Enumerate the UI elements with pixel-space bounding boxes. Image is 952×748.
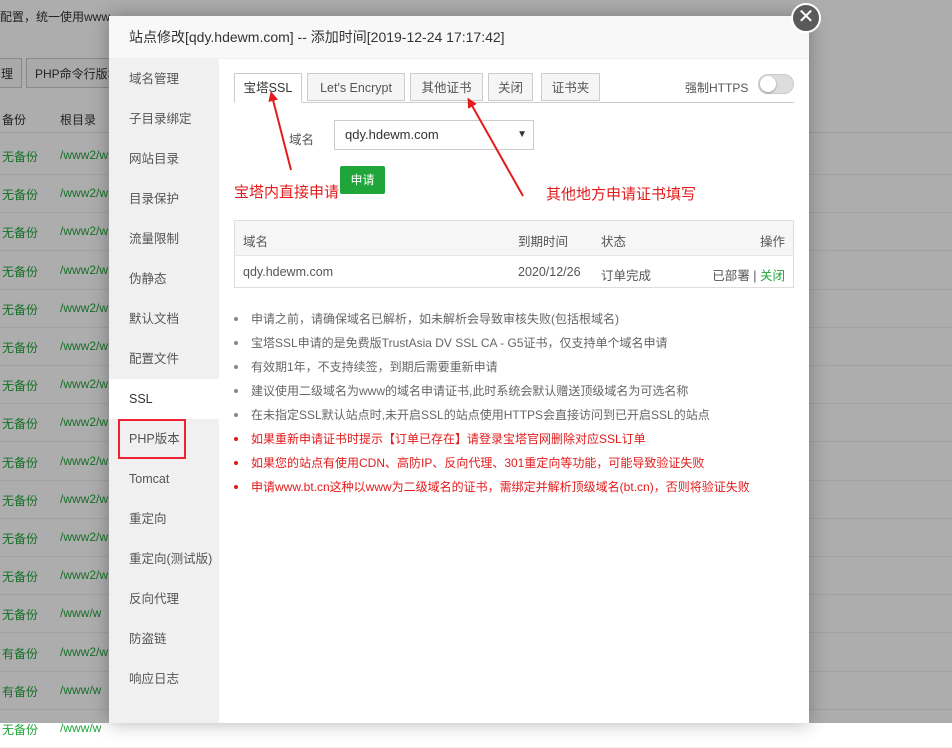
- chevron-down-icon: ▼: [517, 129, 527, 140]
- sidebar: 域名管理 子目录绑定 网站目录 目录保护 流量限制 伪静态 默认文档 配置文件 SSL PHP版本…: [109, 59, 219, 723]
- row-actions: 已部署 | 关闭: [712, 265, 785, 284]
- tip-item: 有效期1年，不支持续签，到期后需要重新申请: [234, 355, 794, 379]
- sidebar-item[interactable]: 防盗链: [109, 619, 219, 659]
- row-domain: qdy.hdewm.com: [243, 265, 334, 279]
- sidebar-list: 域名管理 子目录绑定 网站目录 目录保护 流量限制 伪静态 默认文档 配置文件 SSL PHP版本…: [109, 59, 219, 699]
- tip-item: 在未指定SSL默认站点时,未开启SSL的站点使用HTTPS会直接访问到已开启SS…: [234, 403, 794, 427]
- row-status: 订单完成: [601, 269, 652, 283]
- action-separator: |: [749, 269, 760, 283]
- tab-close[interactable]: 关闭: [488, 73, 533, 101]
- sidebar-item[interactable]: 伪静态: [109, 259, 219, 299]
- tab-baota-ssl[interactable]: 宝塔SSL: [234, 73, 302, 103]
- tip-item: 申请之前，请确保域名已解析，如未解析会导致审核失败(包括根域名): [234, 307, 794, 331]
- ssl-highlight-box: [118, 419, 186, 459]
- deployed-link[interactable]: 已部署: [712, 269, 750, 283]
- domain-select-value: qdy.hdewm.com: [345, 127, 439, 142]
- backup-status: 无备份: [2, 723, 39, 737]
- tip-item: 如果您的站点有使用CDN、高防IP、反向代理、301重定向等功能，可能导致验证失…: [234, 451, 794, 475]
- close-ssl-link[interactable]: 关闭: [760, 269, 785, 283]
- header-action: 操作: [759, 235, 785, 249]
- annotation-left: 宝塔内直接申请: [234, 184, 340, 201]
- sidebar-item[interactable]: 重定向(测试版): [109, 539, 219, 579]
- header-expire: 到期时间: [518, 235, 569, 249]
- header-domain: 域名: [243, 235, 269, 249]
- sidebar-item[interactable]: SSL: [109, 379, 219, 419]
- tip-item: 宝塔SSL申请的是免费版TrustAsia DV SSL CA - G5证书，仅…: [234, 331, 794, 355]
- force-https-toggle[interactable]: [758, 74, 794, 94]
- sidebar-item[interactable]: 域名管理: [109, 59, 219, 99]
- tab-other-cert[interactable]: 其他证书: [410, 73, 483, 101]
- cert-table-header: [235, 221, 793, 256]
- force-https-label: 强制HTTPS: [685, 81, 749, 95]
- domain-label: 域名: [289, 133, 315, 147]
- tab-cert-folder[interactable]: 证书夹: [541, 73, 600, 101]
- sidebar-item[interactable]: 默认文档: [109, 299, 219, 339]
- close-icon[interactable]: ✕: [791, 3, 821, 33]
- toggle-knob: [760, 76, 776, 92]
- sidebar-item[interactable]: Tomcat: [109, 459, 219, 499]
- sidebar-item[interactable]: 重定向: [109, 499, 219, 539]
- annotation-right: 其他地方申请证书填写: [546, 186, 697, 203]
- tab-lets-encrypt[interactable]: Let's Encrypt: [307, 73, 405, 101]
- tip-item: 如果重新申请证书时提示【订单已存在】请登录宝塔官网删除对应SSL订单: [234, 427, 794, 451]
- sidebar-item[interactable]: 子目录绑定: [109, 99, 219, 139]
- sidebar-item[interactable]: 配置文件: [109, 339, 219, 379]
- header-status: 状态: [601, 235, 627, 249]
- apply-button[interactable]: 申请: [340, 166, 385, 194]
- sidebar-item[interactable]: 流量限制: [109, 219, 219, 259]
- site-edit-modal: 站点修改[qdy.hdewm.com] -- 添加时间[2019-12-24 1…: [109, 16, 809, 723]
- row-expire: 2020/12/26: [518, 265, 581, 279]
- tips-list: 申请之前，请确保域名已解析，如未解析会导致审核失败(包括根域名) 宝塔SSL申请的…: [234, 307, 794, 499]
- tip-item: 申请www.bt.cn这种以www为二级域名的证书，需绑定并解析顶级域名(bt.…: [234, 475, 794, 499]
- root-path[interactable]: /www/w: [60, 721, 101, 735]
- sidebar-item[interactable]: 目录保护: [109, 179, 219, 219]
- modal-title: 站点修改[qdy.hdewm.com] -- 添加时间[2019-12-24 1…: [109, 16, 809, 59]
- tip-item: 建议使用二级域名为www的域名申请证书,此时系统会默认赠送顶级域名为可选名称: [234, 379, 794, 403]
- domain-select[interactable]: qdy.hdewm.com ▼: [334, 120, 534, 150]
- sidebar-item[interactable]: 网站目录: [109, 139, 219, 179]
- sidebar-item[interactable]: 反向代理: [109, 579, 219, 619]
- cert-table: 域名 到期时间 状态 操作 qdy.hdewm.com 2020/12/26 订…: [234, 220, 794, 288]
- sidebar-item[interactable]: 响应日志: [109, 659, 219, 699]
